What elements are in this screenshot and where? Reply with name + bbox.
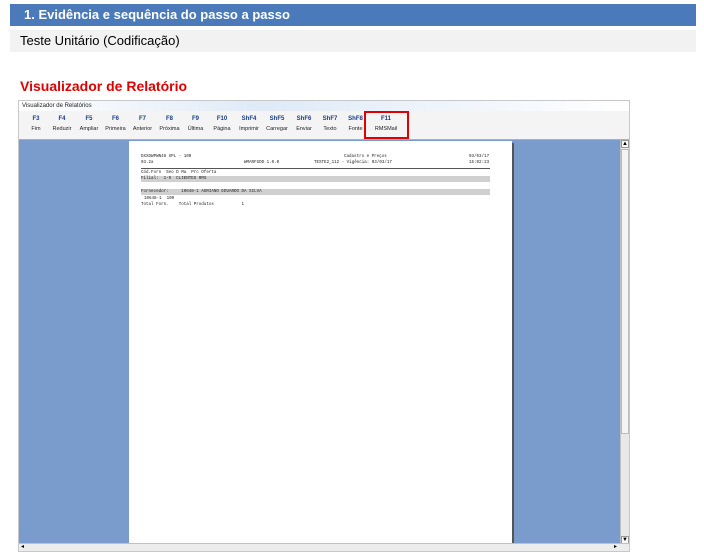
vertical-scrollbar[interactable]: ▲ ▼ [620,140,629,551]
ampliar-button[interactable]: F5 Ampliar [76,114,102,136]
report-header-program: WMARFGDD 1.0.0 [244,161,280,165]
key-label: ShF5 [269,116,285,122]
key-label: ShF4 [241,116,257,122]
scroll-right-icon[interactable]: ▸ [614,544,617,551]
primeira-button[interactable]: F6 Primeira [102,114,129,136]
rmsmail-highlight-box [364,111,409,139]
key-label: F10 [216,116,228,122]
key-label: F7 [138,116,146,122]
key-label: F8 [165,116,173,122]
horizontal-scrollbar[interactable]: ◂ ▸ [19,543,629,551]
subtitle: Teste Unitário (Codificação) [10,30,696,52]
scroll-up-icon[interactable]: ▲ [621,140,629,148]
button-label: Primeira [105,126,126,132]
anterior-button[interactable]: F7 Anterior [129,114,156,136]
button-label: Enviar [296,126,312,132]
window-title: Visualizador de Relatórios [19,101,629,111]
header-rule [141,168,490,169]
key-label: F5 [85,116,93,122]
report-fornecedor: Fornecedor: 10648-1 ADRIANO EDUARDO DA S… [141,190,262,194]
key-label: F9 [191,116,199,122]
button-label: Anterior [132,126,153,132]
report-header-date: 03/03/17 [469,155,490,159]
imprimir-button[interactable]: ShF4 Imprimir [235,114,263,136]
proxima-button[interactable]: F8 Próxima [156,114,183,136]
report-row: 10648-1 100 [144,197,175,201]
reduzir-button[interactable]: F4 Reduzir [49,114,75,136]
pagina-button[interactable]: F10 Página [209,114,235,136]
button-label: Página [213,126,231,132]
enviar-button[interactable]: ShF6 Enviar [291,114,317,136]
texto-button[interactable]: ShF7 Texto [317,114,343,136]
button-label: Ampliar [79,126,99,132]
button-label: Fim [31,126,41,132]
report-viewer-window: Visualizador de Relatórios F3 Fim F4 Reduz… [18,100,630,552]
button-label: Texto [323,126,337,132]
fim-button[interactable]: F3 Fim [25,114,47,136]
button-label: Última [187,126,204,132]
button-label: Carregar [266,126,288,132]
key-label: ShF7 [322,116,338,122]
scroll-left-icon[interactable]: ◂ [21,544,24,551]
button-label: Imprimir [239,126,259,132]
button-label: Próxima [159,126,180,132]
key-label: F6 [111,116,119,122]
report-header-version: 03.2a [141,161,154,165]
toolbar: F3 Fim F4 Reduzir F5 Ampliar F6 Primeira F7 A… [19,111,629,140]
report-header-time: 15:02:23 [469,161,490,165]
report-header-system: DXXDWPWN48 XPL - 100 [141,155,192,159]
report-page: DXXDWPWN48 XPL - 100 03.2a WMARFGDD 1.0.… [129,141,512,545]
carregar-button[interactable]: ShF5 Carregar [263,114,291,136]
section-title: 1. Evidência e sequência do passo a pass… [10,4,696,26]
report-filial: Filial: 1-9 CLIENTES RMS [141,177,207,181]
report-header-vigencia: TESTE2_112 - Vigência: 03/03/17 [314,161,392,165]
report-heading: Visualizador de Relatório [20,78,188,94]
button-label: Reduzir [52,126,72,132]
report-header-title: Cadastro e Preços [344,155,387,159]
key-label: F4 [58,116,66,122]
scroll-thumb[interactable] [621,149,629,434]
ultima-button[interactable]: F9 Última [183,114,208,136]
key-label: F3 [32,116,40,122]
key-label: ShF6 [296,116,312,122]
report-totals: Total Forn. Total Produtos 1 [141,203,245,207]
